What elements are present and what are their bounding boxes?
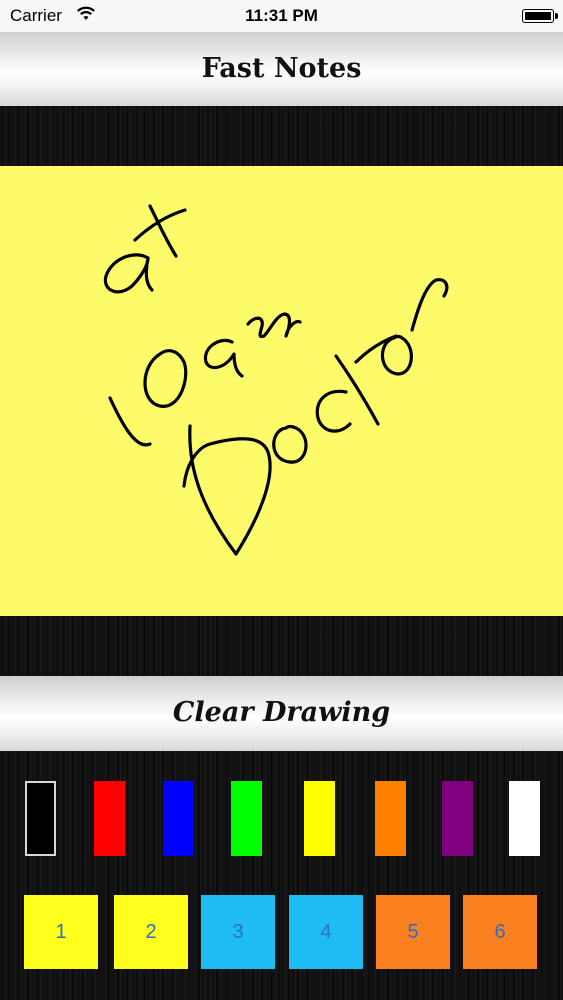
- page-title: Fast Notes: [201, 53, 362, 84]
- note-slot-label: 3: [232, 920, 244, 943]
- color-swatch-black[interactable]: [25, 781, 56, 856]
- stroke-0: [143, 349, 188, 408]
- color-swatch-orange[interactable]: [375, 781, 406, 856]
- color-swatch-green[interactable]: [231, 781, 262, 856]
- drawing-canvas[interactable]: [0, 166, 563, 616]
- note-slot-3-button[interactable]: 3: [201, 895, 275, 969]
- color-swatch-yellow[interactable]: [304, 781, 335, 856]
- wood-band-bottom: [0, 616, 563, 676]
- wood-band-top: [0, 106, 563, 166]
- clock: 11:31 PM: [245, 6, 318, 25]
- color-swatch-purple[interactable]: [442, 781, 473, 856]
- note-slot-1-button[interactable]: 1: [24, 895, 98, 969]
- battery-icon: [522, 9, 558, 23]
- stroke-a: [103, 253, 154, 294]
- color-swatch-white[interactable]: [509, 781, 540, 856]
- stroke-D: [182, 424, 272, 556]
- note-slot-label: 1: [55, 920, 67, 943]
- stroke-r: [410, 278, 449, 332]
- note-slot-label: 4: [320, 920, 332, 943]
- nav-header: Fast Notes: [0, 32, 563, 106]
- status-bar: Carrier 11:31 PM: [0, 0, 563, 32]
- note-slot-4-button[interactable]: 4: [289, 895, 363, 969]
- stroke-1: [108, 396, 152, 447]
- color-swatch-red[interactable]: [94, 781, 125, 856]
- color-swatch-blue[interactable]: [163, 781, 194, 856]
- stroke-o2: [380, 334, 413, 376]
- stroke-am-a: [203, 338, 244, 378]
- stroke-o1: [272, 424, 308, 464]
- note-slot-2-button[interactable]: 2: [114, 895, 188, 969]
- stroke-am-m: [246, 312, 302, 339]
- clear-drawing-label: Clear Drawing: [172, 697, 391, 728]
- stroke-c: [315, 389, 352, 433]
- note-slot-label: 5: [407, 920, 419, 943]
- note-slot-label: 6: [494, 920, 506, 943]
- note-slot-label: 2: [145, 920, 157, 943]
- stroke-t2: [334, 334, 398, 426]
- note-slot-5-button[interactable]: 5: [376, 895, 450, 969]
- handwriting-strokes: [103, 204, 449, 556]
- note-slot-6-button[interactable]: 6: [463, 895, 537, 969]
- clear-drawing-button[interactable]: Clear Drawing: [0, 676, 563, 751]
